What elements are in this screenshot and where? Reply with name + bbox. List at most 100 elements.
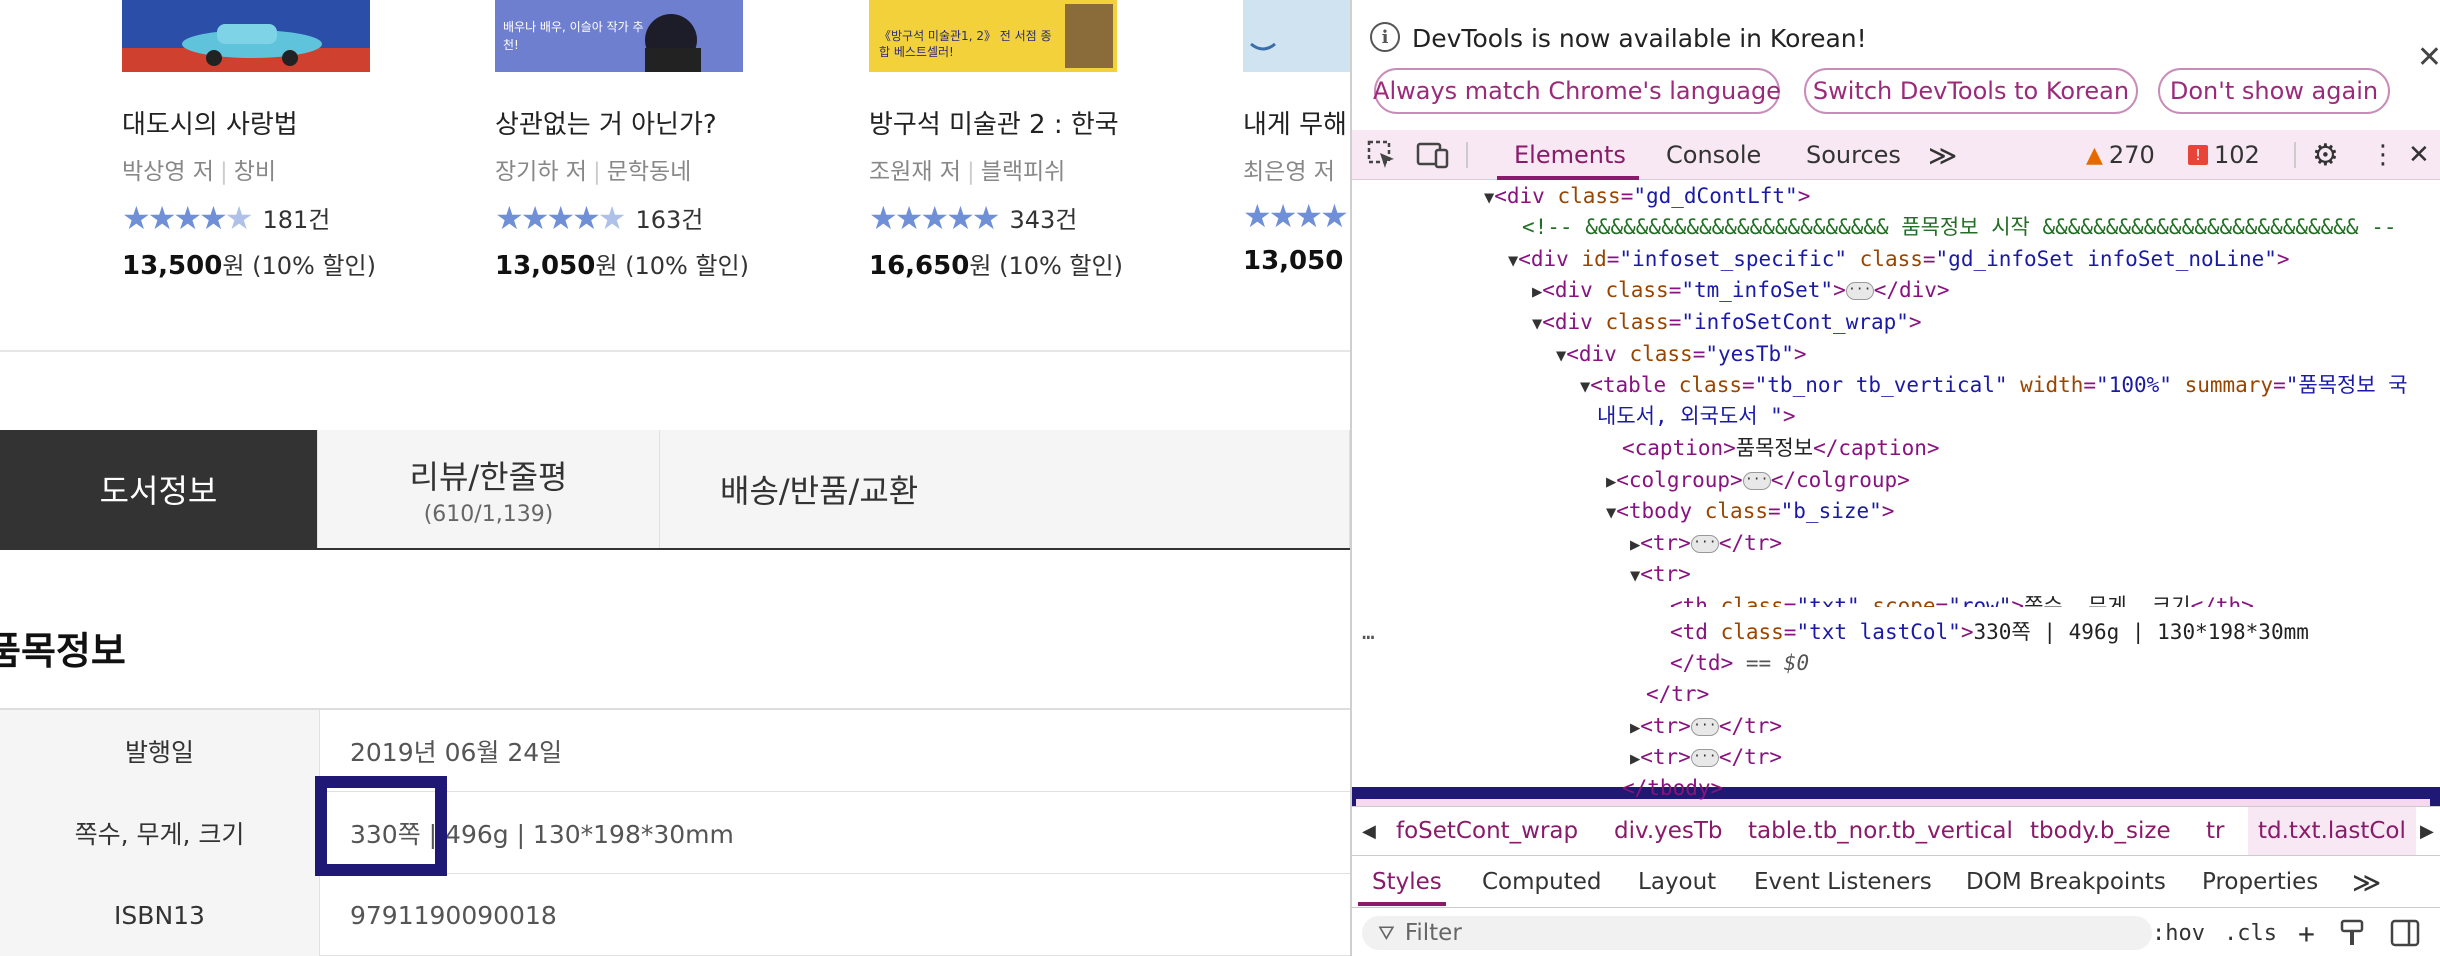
cover-text: 배우나 배우, 이슬아 작가 추천! (503, 20, 644, 52)
error-count: 102 (2214, 141, 2260, 169)
book-publisher[interactable]: 블랙피쉬 (981, 159, 1066, 185)
tab-computed[interactable]: Computed (1482, 858, 1601, 906)
book-cover[interactable] (1243, 0, 1350, 72)
dom-node[interactable]: ▼<div id="infoset_specific" class="gd_in… (1508, 244, 2290, 274)
filter-input[interactable]: ⛛ Filter (1362, 916, 2152, 950)
hover-state-button[interactable]: :hov (2152, 916, 2205, 950)
tab-label: 도서정보 (99, 472, 218, 510)
errors-badge[interactable]: ! 102 (2188, 130, 2260, 180)
tab-console[interactable]: Console (1666, 130, 1761, 180)
breadcrumb-item[interactable]: div.yesTb (1614, 807, 1723, 855)
class-toggle-button[interactable]: .cls (2224, 916, 2277, 950)
add-rule-icon[interactable]: + (2298, 916, 2315, 950)
tab-book-info[interactable]: 도서정보 (0, 430, 318, 548)
book-meta: 최은영 저 (1243, 152, 1335, 186)
book-publisher[interactable]: 문학동네 (607, 159, 692, 185)
filter-icon: ⛛ (1378, 921, 1395, 945)
book-cover[interactable]: 배우나 배우, 이슬아 작가 추천! (495, 0, 743, 72)
tab-sources[interactable]: Sources (1806, 130, 1901, 180)
styles-pane-tabs: Styles Computed Layout Event Listeners D… (1352, 858, 2440, 908)
dom-node[interactable]: ▶<div class="tm_infoSet"> ··· </div> (1532, 275, 1950, 305)
dom-node[interactable]: </tbody> (1622, 773, 1723, 803)
book-title[interactable]: 내게 무해 (1243, 104, 1347, 141)
scroll-left-icon[interactable]: ◀ (1362, 807, 1376, 855)
book-author[interactable]: 장기하 저 (495, 159, 587, 185)
breadcrumb-item[interactable]: table.tb_nor.tb_vertical (1748, 807, 2013, 855)
tab-properties[interactable]: Properties (2202, 858, 2318, 906)
dom-node[interactable]: ▶<tr> ··· </tr> (1630, 742, 1782, 772)
more-tabs-icon[interactable]: ≫ (2352, 858, 2381, 906)
inspect-element-icon[interactable] (1366, 130, 1398, 180)
warning-count: 270 (2108, 141, 2155, 169)
switch-korean-button[interactable]: Switch DevTools to Korean (1804, 68, 2138, 114)
book-title[interactable]: 방구석 미술관 2 : 한국 (869, 104, 1119, 141)
tab-layout[interactable]: Layout (1638, 858, 1716, 906)
warning-icon: ▲ (2086, 142, 2103, 168)
kebab-menu-icon[interactable]: ⋮ (2370, 130, 2396, 180)
dom-node[interactable]: <th class="txt" scope="row">쪽수, 무게, 크기</… (1670, 591, 2254, 607)
book-author[interactable]: 최은영 저 (1243, 159, 1335, 185)
book-title[interactable]: 상관없는 거 아닌가? (495, 104, 717, 141)
selected-node-highlight (1352, 787, 2440, 806)
match-language-button[interactable]: Always match Chrome's language (1373, 68, 1781, 114)
more-options-icon[interactable]: … (1362, 617, 1375, 647)
table-row: ISBN13 9791190090018 (0, 874, 1350, 956)
tab-reviews[interactable]: 리뷰/한줄평 (610/1,139) (318, 430, 660, 548)
book-rating: ★★★★★ 343건 (869, 200, 1077, 235)
tab-event-listeners[interactable]: Event Listeners (1754, 858, 1932, 906)
dom-node[interactable]: ▼<div class="gd_dContLft"> (1484, 181, 1810, 211)
rating-count: 181건 (262, 206, 331, 234)
device-toolbar-icon[interactable] (1416, 130, 1450, 180)
breadcrumb-item[interactable]: foSetCont_wrap (1396, 807, 1578, 855)
tab-label: 리뷰/한줄평 (409, 457, 568, 496)
discount: (10% 할인) (252, 252, 376, 280)
close-icon[interactable]: ✕ (2417, 40, 2440, 75)
book-meta: 박상영 저 | 창비 (122, 152, 276, 186)
price-value: 16,650 (869, 251, 970, 281)
dom-node[interactable]: </tr> (1646, 679, 1709, 709)
dom-node[interactable]: <caption>품목정보</caption> (1622, 433, 1940, 463)
book-price: 13,050원 (10% 할인) (495, 246, 749, 281)
dom-node[interactable]: ▼<div class="yesTb"> (1556, 339, 1807, 369)
dom-comment[interactable]: <!-- &&&&&&&&&&&&&&&&&&&&&&&& 품목정보 시작 &&… (1522, 212, 2397, 242)
book-cover[interactable] (122, 0, 370, 72)
book-author[interactable]: 박상영 저 (122, 159, 214, 185)
close-devtools-icon[interactable]: ✕ (2408, 130, 2430, 180)
breadcrumb-item-active[interactable]: td.txt.lastCol (2248, 807, 2416, 855)
table-row: 쪽수, 무게, 크기 330쪽 | 496g | 130*198*30mm (0, 792, 1350, 874)
breadcrumb-item[interactable]: tr (2206, 807, 2224, 855)
price-value: 13,500 (122, 251, 223, 281)
divider: | (592, 159, 601, 185)
dom-node[interactable]: ▶<tr> ··· </tr> (1630, 711, 1782, 741)
tab-shipping[interactable]: 배송/반품/교환 (660, 430, 1350, 548)
dom-node[interactable]: ▶<tr> ··· </tr> (1630, 528, 1782, 558)
styles-filter-bar: ⛛ Filter :hov .cls + (1352, 908, 2440, 956)
scroll-right-icon[interactable]: ▶ (2420, 807, 2434, 855)
row-label: ISBN13 (0, 874, 320, 956)
book-publisher[interactable]: 창비 (234, 159, 276, 185)
star-rating-icon: ★★★★★ (495, 198, 626, 237)
tab-dom-breakpoints[interactable]: DOM Breakpoints (1966, 858, 2166, 906)
row-label: 쪽수, 무게, 크기 (0, 792, 320, 874)
book-cover[interactable]: 《방구석 미술관1, 2》 전 서점 종합 베스트셀러! (869, 0, 1117, 72)
dom-node-selected-close: </td> == $0 (1670, 651, 1810, 675)
more-tabs-icon[interactable]: ≫ (1928, 130, 1957, 180)
dom-node[interactable]: ▶<colgroup> ··· </colgroup> (1606, 465, 1910, 495)
settings-gear-icon[interactable]: ⚙ (2312, 130, 2339, 180)
book-author[interactable]: 조원재 저 (869, 159, 961, 185)
dom-node[interactable]: ▼<tbody class="b_size"> (1606, 496, 1894, 526)
book-price: 13,050 (1243, 246, 1343, 276)
tab-styles[interactable]: Styles (1372, 858, 1442, 906)
tab-elements[interactable]: Elements (1514, 130, 1626, 180)
book-title[interactable]: 대도시의 사랑법 (122, 104, 298, 141)
dom-node[interactable]: ▼<div class="infoSetCont_wrap"> (1532, 307, 1922, 337)
breadcrumb-item[interactable]: tbody.b_size (2030, 807, 2171, 855)
paint-brush-icon[interactable] (2340, 916, 2364, 950)
toggle-sidebar-icon[interactable] (2390, 916, 2420, 950)
dont-show-again-button[interactable]: Don't show again (2158, 68, 2390, 114)
dom-node-selected[interactable]: <td class="txt lastCol">330쪽 | 496g | 13… (1670, 617, 2309, 647)
warnings-badge[interactable]: ▲ 270 (2086, 130, 2155, 180)
dom-node[interactable]: ▼<table class="tb_nor tb_vertical" width… (1580, 370, 2408, 400)
dom-node[interactable]: ▼<tr> (1630, 559, 1691, 589)
devtools-panel: i DevTools is now available in Korean! ✕… (1350, 0, 2440, 956)
